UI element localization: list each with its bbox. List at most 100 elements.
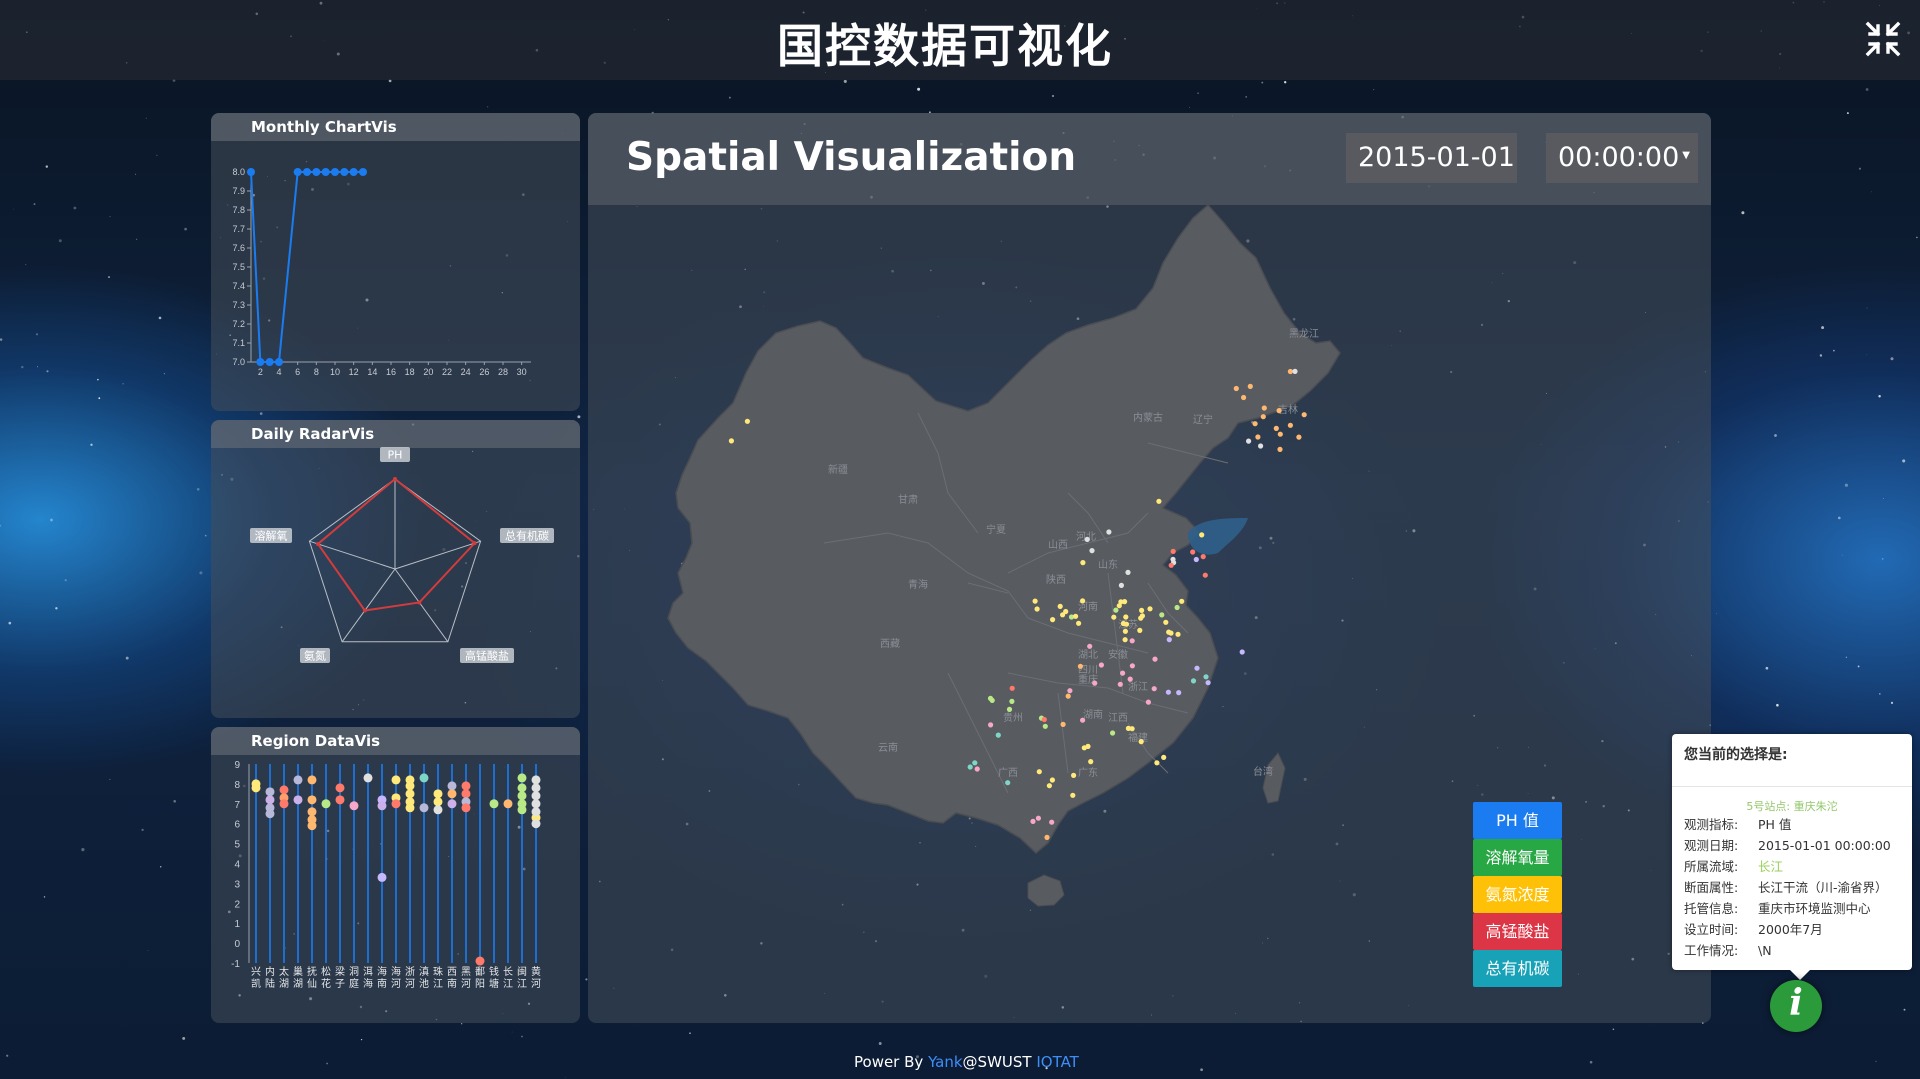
station-marker (1255, 434, 1261, 440)
station-marker (974, 766, 980, 772)
info-row-key: 设立时间: (1684, 922, 1739, 937)
station-marker (1199, 532, 1205, 538)
station-marker (1193, 556, 1199, 563)
station-marker (1065, 693, 1071, 699)
scatter-point (307, 807, 317, 817)
radar-spoke (341, 568, 396, 643)
x-tick-label-top: 洞 (349, 966, 359, 978)
scatter-point (293, 775, 303, 785)
star (13, 208, 15, 210)
y-tick-label: 2 (234, 899, 240, 910)
legend-button[interactable]: 溶解氧量 (1473, 839, 1562, 876)
province-label: 山东 (1098, 558, 1118, 571)
daily-radar-chart[interactable]: PH 总有机碳高锰酸盐 氨氮 溶解氧 (211, 420, 580, 718)
x-tick-label-bottom: 湖 (279, 978, 289, 990)
legend-button[interactable]: 总有机碳 (1473, 950, 1562, 987)
star (196, 488, 200, 491)
info-button[interactable]: i (1770, 980, 1822, 1032)
station-marker (1252, 421, 1258, 427)
footer-author-link[interactable]: Yank (928, 1053, 962, 1071)
station-marker (1239, 649, 1245, 655)
station-marker (1118, 582, 1124, 588)
scatter-point (461, 803, 471, 813)
x-tick-label-bottom: 江 (503, 978, 513, 990)
star (58, 239, 62, 243)
radar-indicator-label: PH (388, 449, 403, 462)
series-point (349, 168, 358, 176)
province-label: 新疆 (828, 463, 848, 476)
x-tick-label-bottom: 凯 (251, 977, 261, 990)
compress-icon[interactable] (1864, 20, 1902, 58)
station-marker (1077, 663, 1083, 669)
star (565, 1077, 566, 1078)
x-tick-label: 26 (479, 367, 489, 377)
station-marker (1276, 408, 1282, 414)
radar-spoke (394, 540, 481, 570)
star (204, 534, 207, 537)
x-tick-label-bottom: 花 (321, 977, 331, 990)
star (1878, 692, 1881, 695)
station-marker (1247, 383, 1253, 389)
info-row: 观测日期: 2015-01-01 00:00:00 (1684, 835, 1891, 854)
province-label: 甘肃 (898, 493, 918, 506)
scatter-point (307, 775, 317, 785)
y-tick-label: 7 (234, 800, 240, 811)
y-tick-label: 5 (234, 840, 240, 851)
station-marker (1202, 572, 1208, 578)
station-marker (1138, 739, 1144, 745)
x-tick-label-top: 巢 (293, 965, 303, 978)
province-label: 青海 (908, 578, 928, 591)
legend-button[interactable]: 高锰酸盐 (1473, 913, 1562, 950)
scatter-point (531, 783, 541, 793)
x-tick-label: 20 (423, 367, 433, 377)
info-row-key: 所属流域: (1684, 859, 1739, 874)
y-tick-label: 7.2 (232, 319, 245, 329)
province-label: 江西 (1108, 712, 1128, 724)
star (145, 117, 147, 119)
station-marker (1057, 603, 1063, 609)
monthly-chart-panel: Monthly ChartVis 7.0 7.1 7.2 7.3 7.4 7.5 7.6 7.… (211, 113, 580, 411)
star (1589, 1060, 1593, 1064)
star (158, 316, 162, 320)
scatter-point (265, 795, 275, 805)
legend-button[interactable]: 氨氮浓度 (1473, 876, 1562, 913)
footer-org-link[interactable]: IOTAT (1036, 1053, 1079, 1071)
x-tick-label: 30 (517, 367, 527, 377)
x-tick-label-bottom: 塘 (489, 977, 499, 990)
star (1903, 1008, 1906, 1011)
scatter-point (517, 773, 527, 783)
star (1866, 354, 1868, 355)
station-marker (1111, 614, 1117, 620)
station-marker (1049, 819, 1055, 825)
station-marker (972, 760, 978, 766)
radar-point (417, 600, 422, 605)
station-marker (1080, 560, 1086, 566)
monthly-line-chart[interactable]: 7.07.17.27.37.47.57.67.77.87.98.02 4 6 8 10 1… (211, 113, 580, 411)
station-marker (728, 438, 734, 444)
star (1875, 1060, 1877, 1063)
station-marker (1179, 598, 1185, 604)
radar-point (472, 541, 477, 546)
scatter-point (517, 783, 527, 793)
province-label: 宁夏 (986, 523, 1006, 536)
station-marker (1170, 548, 1176, 554)
x-tick-label: 18 (405, 367, 415, 377)
star (1245, 96, 1248, 98)
region-scatter-chart[interactable]: -10123456789兴凯内陆太湖巢湖抚仙松花梁子洞庭洱海海南海河浙河滇池珠江… (211, 727, 580, 1023)
star (1284, 81, 1287, 84)
star (843, 79, 847, 83)
station-marker (1034, 606, 1040, 612)
scatter-point (377, 872, 387, 882)
province-label: 福建 (1128, 731, 1148, 744)
info-divider (1672, 786, 1912, 787)
radar-indicator-label: 氨氮 (304, 649, 326, 663)
scatter-point (447, 789, 457, 799)
scatter-point (531, 799, 541, 809)
star (728, 96, 731, 99)
station-marker (1036, 769, 1042, 775)
x-tick-label: 12 (349, 367, 359, 377)
x-tick-label-top: 黄 (531, 965, 541, 978)
star (1858, 167, 1861, 170)
legend-button[interactable]: PH 值 (1473, 802, 1562, 839)
x-tick-label-top: 西 (447, 967, 457, 978)
